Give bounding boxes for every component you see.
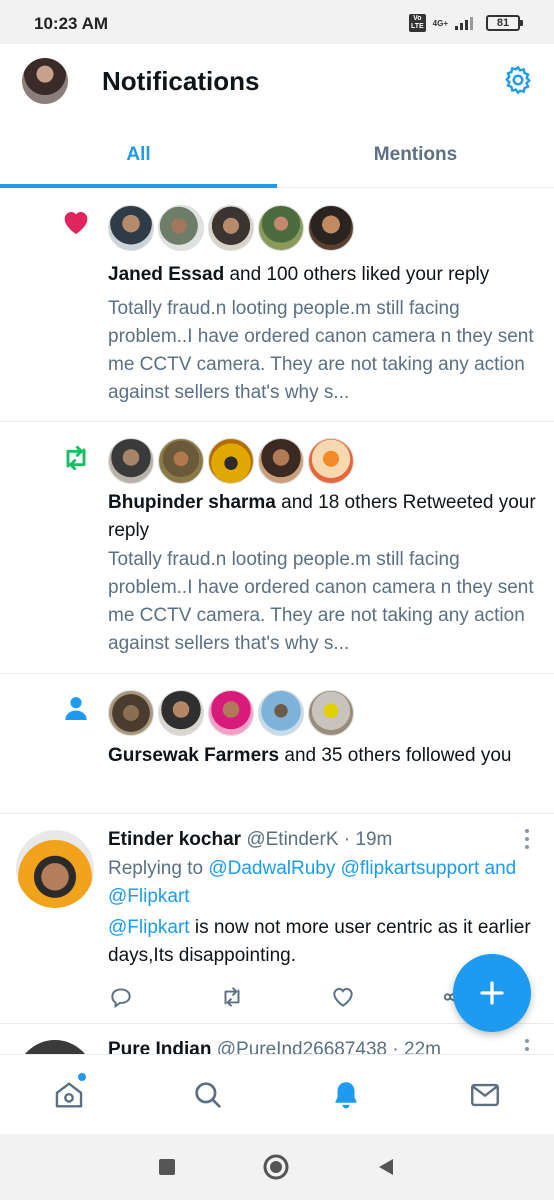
avatar[interactable] [208, 438, 254, 484]
actor-name[interactable]: Janed Essad [108, 264, 224, 285]
battery-icon: 81 [486, 15, 523, 31]
search-icon [195, 1081, 221, 1108]
home-circle-icon[interactable] [262, 1153, 290, 1181]
quoted-reply: Totally fraud.n looting people.m still f… [108, 549, 534, 654]
tweet-handle[interactable]: @PureInd26687438 [217, 1039, 387, 1054]
nav-search[interactable] [139, 1055, 278, 1134]
avatar[interactable] [208, 690, 254, 736]
tweet-avatar[interactable] [16, 830, 94, 908]
system-icons: Vo LTE 4G+ 81 [408, 14, 523, 32]
notification-retweet[interactable]: Bhupinder sharma and 18 others Retweeted… [0, 422, 554, 674]
tweet-handle[interactable]: @EtinderK [246, 829, 338, 850]
avatar[interactable] [158, 690, 204, 736]
liker-avatars [108, 205, 354, 251]
tweet-separator: · [387, 1039, 405, 1054]
notification-text: Gursewak Farmers and 35 others followed … [108, 742, 536, 770]
more-options-icon[interactable] [522, 1038, 532, 1054]
profile-avatar[interactable] [22, 58, 68, 104]
replying-prefix: Replying to [108, 858, 209, 879]
actor-name[interactable]: Gursewak Farmers [108, 745, 279, 766]
reply-icon [111, 988, 131, 1009]
top-app-bar: Notifications [0, 44, 554, 120]
tweet-avatar[interactable] [16, 1040, 94, 1054]
tweet-time: 22m [404, 1039, 441, 1054]
notification-follow[interactable]: Gursewak Farmers and 35 others followed … [0, 674, 554, 814]
avatar[interactable] [308, 205, 354, 251]
person-icon [65, 697, 87, 720]
avatar[interactable] [258, 438, 304, 484]
tweet-time: 19m [355, 829, 393, 850]
heart-outline-icon [333, 988, 353, 1007]
tab-all[interactable]: All [0, 120, 277, 188]
notifications-feed[interactable]: Janed Essad and 100 others liked your re… [0, 188, 554, 1054]
notification-text: Janed Essad and 100 others liked your re… [108, 261, 536, 289]
back-icon[interactable] [376, 1157, 396, 1177]
tweet-header: Etinder kochar @EtinderK · 19m [108, 827, 392, 853]
new-content-dot [78, 1073, 86, 1081]
heart-icon [64, 212, 88, 234]
tweet-separator: · [338, 829, 356, 850]
mention-link[interactable]: @Flipkart [108, 917, 190, 938]
retweeter-avatars [108, 438, 354, 484]
avatar[interactable] [258, 205, 304, 251]
retweet-icon [224, 987, 240, 1007]
avatar[interactable] [158, 205, 204, 251]
system-navigation-bar [0, 1134, 554, 1200]
tweet-author-name[interactable]: Etinder kochar [108, 829, 241, 850]
notification-action: and 100 others liked your reply [224, 264, 490, 285]
signal-icon [455, 17, 473, 30]
bell-icon [335, 1081, 358, 1108]
actor-name[interactable]: Bhupinder sharma [108, 492, 276, 513]
like-button[interactable] [330, 984, 441, 1010]
nav-messages[interactable] [416, 1055, 554, 1134]
status-bar: 10:23 AM Vo LTE 4G+ 81 [0, 0, 554, 44]
status-time: 10:23 AM [34, 14, 109, 33]
tweet-header: Pure Indian @PureInd26687438 · 22m [108, 1037, 441, 1054]
avatar[interactable] [208, 205, 254, 251]
notification-tabs: All Mentions [0, 120, 554, 188]
retweet-button[interactable] [219, 984, 330, 1010]
mail-icon [470, 1083, 499, 1106]
page-title: Notifications [102, 66, 260, 96]
replying-to: Replying to @DadwalRuby @flipkartsupport… [108, 855, 536, 911]
quoted-reply: Totally fraud.n looting people.m still f… [108, 298, 534, 403]
tab-mentions[interactable]: Mentions [277, 120, 554, 187]
gear-icon[interactable] [502, 64, 534, 96]
nav-notifications[interactable] [277, 1055, 416, 1134]
avatar[interactable] [258, 690, 304, 736]
recents-icon[interactable] [158, 1158, 176, 1176]
avatar[interactable] [158, 438, 204, 484]
more-options-icon[interactable] [522, 828, 532, 850]
notification-like[interactable]: Janed Essad and 100 others liked your re… [0, 188, 554, 422]
reply-button[interactable] [108, 984, 219, 1010]
mention-link[interactable]: @Flipkart [108, 886, 190, 907]
avatar[interactable] [108, 690, 154, 736]
nav-home[interactable] [0, 1055, 139, 1134]
tweet[interactable]: Pure Indian @PureInd26687438 · 22m [0, 1024, 554, 1054]
network-type: 4G+ [432, 18, 448, 28]
avatar[interactable] [108, 205, 154, 251]
tweet-author-name[interactable]: Pure Indian [108, 1039, 211, 1054]
mention-link[interactable]: @DadwalRuby [208, 858, 335, 879]
notification-action: and 35 others followed you [279, 745, 512, 766]
retweet-icon [66, 445, 86, 471]
plus-icon [480, 981, 504, 1005]
volte-icon: Vo LTE [408, 14, 426, 32]
avatar[interactable] [108, 438, 154, 484]
notification-text: Bhupinder sharma and 18 others Retweeted… [108, 489, 536, 545]
bottom-navigation [0, 1054, 554, 1134]
follower-avatars [108, 690, 354, 736]
compose-tweet-button[interactable] [453, 954, 531, 1032]
replying-and: and [479, 858, 517, 879]
avatar[interactable] [308, 438, 354, 484]
home-icon [56, 1081, 83, 1108]
avatar[interactable] [308, 690, 354, 736]
mention-link[interactable]: @flipkartsupport [341, 858, 480, 879]
